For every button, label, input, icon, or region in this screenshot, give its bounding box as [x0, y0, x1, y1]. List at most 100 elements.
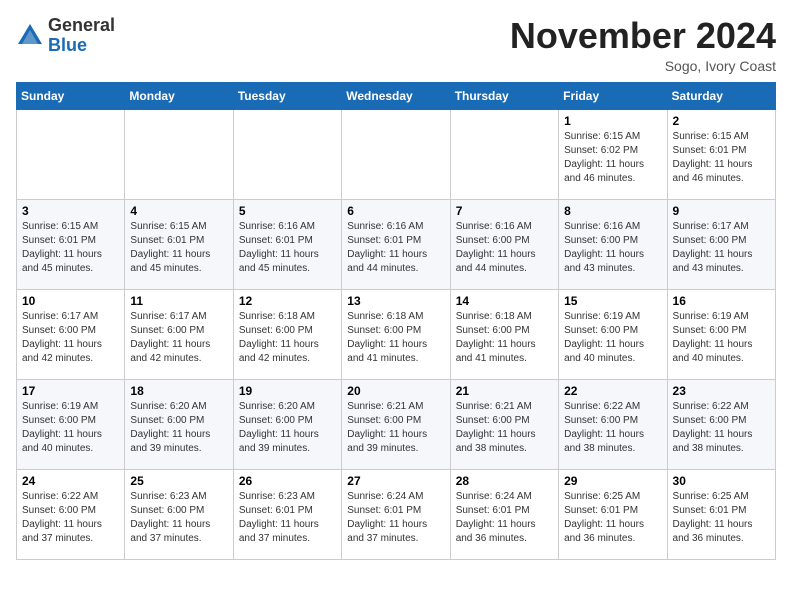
day-info: Sunrise: 6:16 AM Sunset: 6:01 PM Dayligh… — [239, 220, 336, 276]
calendar-week-row: 24Sunrise: 6:22 AM Sunset: 6:00 PM Dayli… — [17, 469, 776, 559]
weekday-header-cell: Wednesday — [342, 82, 450, 109]
weekday-header-row: SundayMondayTuesdayWednesdayThursdayFrid… — [17, 82, 776, 109]
calendar-cell: 29 Sunrise: 6:25 AM Sunset: 6:01 PM Dayli… — [559, 469, 667, 559]
day-number: 2 — [673, 114, 770, 128]
day-info: Sunrise: 6:25 AM Sunset: 6:01 PM Dayligh… — [673, 490, 770, 546]
day-number: 14 — [456, 294, 553, 308]
day-info: Sunrise: 6:21 AM Sunset: 6:00 PM Dayligh… — [347, 400, 444, 456]
calendar-cell: 30 Sunrise: 6:25 AM Sunset: 6:01 PM Dayli… — [667, 469, 775, 559]
weekday-header-cell: Monday — [125, 82, 233, 109]
day-number: 12 — [239, 294, 336, 308]
calendar-cell: 17 Sunrise: 6:19 AM Sunset: 6:00 PM Dayli… — [17, 379, 125, 469]
day-info: Sunrise: 6:23 AM Sunset: 6:00 PM Dayligh… — [130, 490, 227, 546]
day-number: 25 — [130, 474, 227, 488]
day-info: Sunrise: 6:20 AM Sunset: 6:00 PM Dayligh… — [239, 400, 336, 456]
calendar-cell: 7 Sunrise: 6:16 AM Sunset: 6:00 PM Daylig… — [450, 199, 558, 289]
calendar-cell: 23 Sunrise: 6:22 AM Sunset: 6:00 PM Dayli… — [667, 379, 775, 469]
calendar-week-row: 10 Sunrise: 6:17 AM Sunset: 6:00 PM Dayli… — [17, 289, 776, 379]
weekday-header-cell: Tuesday — [233, 82, 341, 109]
day-number: 28 — [456, 474, 553, 488]
day-info: Sunrise: 6:19 AM Sunset: 6:00 PM Dayligh… — [673, 310, 770, 366]
calendar-cell: 27 Sunrise: 6:24 AM Sunset: 6:01 PM Dayli… — [342, 469, 450, 559]
day-number: 8 — [564, 204, 661, 218]
day-number: 7 — [456, 204, 553, 218]
calendar-cell: 25 Sunrise: 6:23 AM Sunset: 6:00 PM Dayli… — [125, 469, 233, 559]
day-info: Sunrise: 6:18 AM Sunset: 6:00 PM Dayligh… — [347, 310, 444, 366]
day-info: Sunrise: 6:16 AM Sunset: 6:01 PM Dayligh… — [347, 220, 444, 276]
calendar-cell: 28 Sunrise: 6:24 AM Sunset: 6:01 PM Dayli… — [450, 469, 558, 559]
day-info: Sunrise: 6:22 AM Sunset: 6:00 PM Dayligh… — [564, 400, 661, 456]
day-number: 15 — [564, 294, 661, 308]
calendar-cell — [450, 109, 558, 199]
day-info: Sunrise: 6:19 AM Sunset: 6:00 PM Dayligh… — [564, 310, 661, 366]
day-number: 24 — [22, 474, 119, 488]
day-number: 5 — [239, 204, 336, 218]
calendar-cell: 11 Sunrise: 6:17 AM Sunset: 6:00 PM Dayli… — [125, 289, 233, 379]
day-number: 6 — [347, 204, 444, 218]
logo-icon — [16, 22, 44, 50]
day-number: 9 — [673, 204, 770, 218]
calendar-cell: 10 Sunrise: 6:17 AM Sunset: 6:00 PM Dayli… — [17, 289, 125, 379]
day-info: Sunrise: 6:24 AM Sunset: 6:01 PM Dayligh… — [456, 490, 553, 546]
day-info: Sunrise: 6:15 AM Sunset: 6:01 PM Dayligh… — [22, 220, 119, 276]
calendar-table: SundayMondayTuesdayWednesdayThursdayFrid… — [16, 82, 776, 560]
day-number: 18 — [130, 384, 227, 398]
day-number: 29 — [564, 474, 661, 488]
day-number: 3 — [22, 204, 119, 218]
calendar-cell: 8Sunrise: 6:16 AM Sunset: 6:00 PM Daylig… — [559, 199, 667, 289]
weekday-header-cell: Thursday — [450, 82, 558, 109]
day-info: Sunrise: 6:18 AM Sunset: 6:00 PM Dayligh… — [456, 310, 553, 366]
day-number: 17 — [22, 384, 119, 398]
calendar-cell: 1 Sunrise: 6:15 AM Sunset: 6:02 PM Daylig… — [559, 109, 667, 199]
calendar-cell: 21Sunrise: 6:21 AM Sunset: 6:00 PM Dayli… — [450, 379, 558, 469]
day-info: Sunrise: 6:24 AM Sunset: 6:01 PM Dayligh… — [347, 490, 444, 546]
day-number: 11 — [130, 294, 227, 308]
location-subtitle: Sogo, Ivory Coast — [510, 58, 776, 74]
title-area: November 2024 Sogo, Ivory Coast — [510, 16, 776, 74]
day-info: Sunrise: 6:22 AM Sunset: 6:00 PM Dayligh… — [673, 400, 770, 456]
day-number: 13 — [347, 294, 444, 308]
day-info: Sunrise: 6:17 AM Sunset: 6:00 PM Dayligh… — [130, 310, 227, 366]
calendar-cell: 15 Sunrise: 6:19 AM Sunset: 6:00 PM Dayli… — [559, 289, 667, 379]
calendar-week-row: 17 Sunrise: 6:19 AM Sunset: 6:00 PM Dayli… — [17, 379, 776, 469]
calendar-cell: 26Sunrise: 6:23 AM Sunset: 6:01 PM Dayli… — [233, 469, 341, 559]
day-number: 1 — [564, 114, 661, 128]
calendar-cell: 18 Sunrise: 6:20 AM Sunset: 6:00 PM Dayli… — [125, 379, 233, 469]
logo-blue-text: Blue — [48, 35, 87, 55]
month-title: November 2024 — [510, 16, 776, 56]
day-info: Sunrise: 6:19 AM Sunset: 6:00 PM Dayligh… — [22, 400, 119, 456]
day-info: Sunrise: 6:17 AM Sunset: 6:00 PM Dayligh… — [673, 220, 770, 276]
day-number: 22 — [564, 384, 661, 398]
day-info: Sunrise: 6:18 AM Sunset: 6:00 PM Dayligh… — [239, 310, 336, 366]
calendar-cell: 22 Sunrise: 6:22 AM Sunset: 6:00 PM Dayli… — [559, 379, 667, 469]
day-number: 30 — [673, 474, 770, 488]
calendar-cell: 12 Sunrise: 6:18 AM Sunset: 6:00 PM Dayli… — [233, 289, 341, 379]
day-number: 19 — [239, 384, 336, 398]
day-info: Sunrise: 6:23 AM Sunset: 6:01 PM Dayligh… — [239, 490, 336, 546]
calendar-cell: 13 Sunrise: 6:18 AM Sunset: 6:00 PM Dayli… — [342, 289, 450, 379]
day-info: Sunrise: 6:20 AM Sunset: 6:00 PM Dayligh… — [130, 400, 227, 456]
calendar-body: 1 Sunrise: 6:15 AM Sunset: 6:02 PM Daylig… — [17, 109, 776, 559]
day-number: 23 — [673, 384, 770, 398]
day-info: Sunrise: 6:25 AM Sunset: 6:01 PM Dayligh… — [564, 490, 661, 546]
logo-general-text: General — [48, 15, 115, 35]
calendar-cell: 14 Sunrise: 6:18 AM Sunset: 6:00 PM Dayli… — [450, 289, 558, 379]
calendar-cell: 6 Sunrise: 6:16 AM Sunset: 6:01 PM Daylig… — [342, 199, 450, 289]
day-number: 27 — [347, 474, 444, 488]
calendar-cell: 5 Sunrise: 6:16 AM Sunset: 6:01 PM Daylig… — [233, 199, 341, 289]
day-info: Sunrise: 6:21 AM Sunset: 6:00 PM Dayligh… — [456, 400, 553, 456]
day-info: Sunrise: 6:15 AM Sunset: 6:01 PM Dayligh… — [130, 220, 227, 276]
calendar-cell — [342, 109, 450, 199]
day-number: 4 — [130, 204, 227, 218]
calendar-cell: 19 Sunrise: 6:20 AM Sunset: 6:00 PM Dayli… — [233, 379, 341, 469]
day-number: 16 — [673, 294, 770, 308]
day-info: Sunrise: 6:15 AM Sunset: 6:02 PM Dayligh… — [564, 130, 661, 186]
calendar-cell — [233, 109, 341, 199]
day-info: Sunrise: 6:17 AM Sunset: 6:00 PM Dayligh… — [22, 310, 119, 366]
day-info: Sunrise: 6:16 AM Sunset: 6:00 PM Dayligh… — [456, 220, 553, 276]
calendar-week-row: 3 Sunrise: 6:15 AM Sunset: 6:01 PM Daylig… — [17, 199, 776, 289]
calendar-cell: 4 Sunrise: 6:15 AM Sunset: 6:01 PM Daylig… — [125, 199, 233, 289]
weekday-header-cell: Saturday — [667, 82, 775, 109]
day-number: 10 — [22, 294, 119, 308]
day-info: Sunrise: 6:15 AM Sunset: 6:01 PM Dayligh… — [673, 130, 770, 186]
